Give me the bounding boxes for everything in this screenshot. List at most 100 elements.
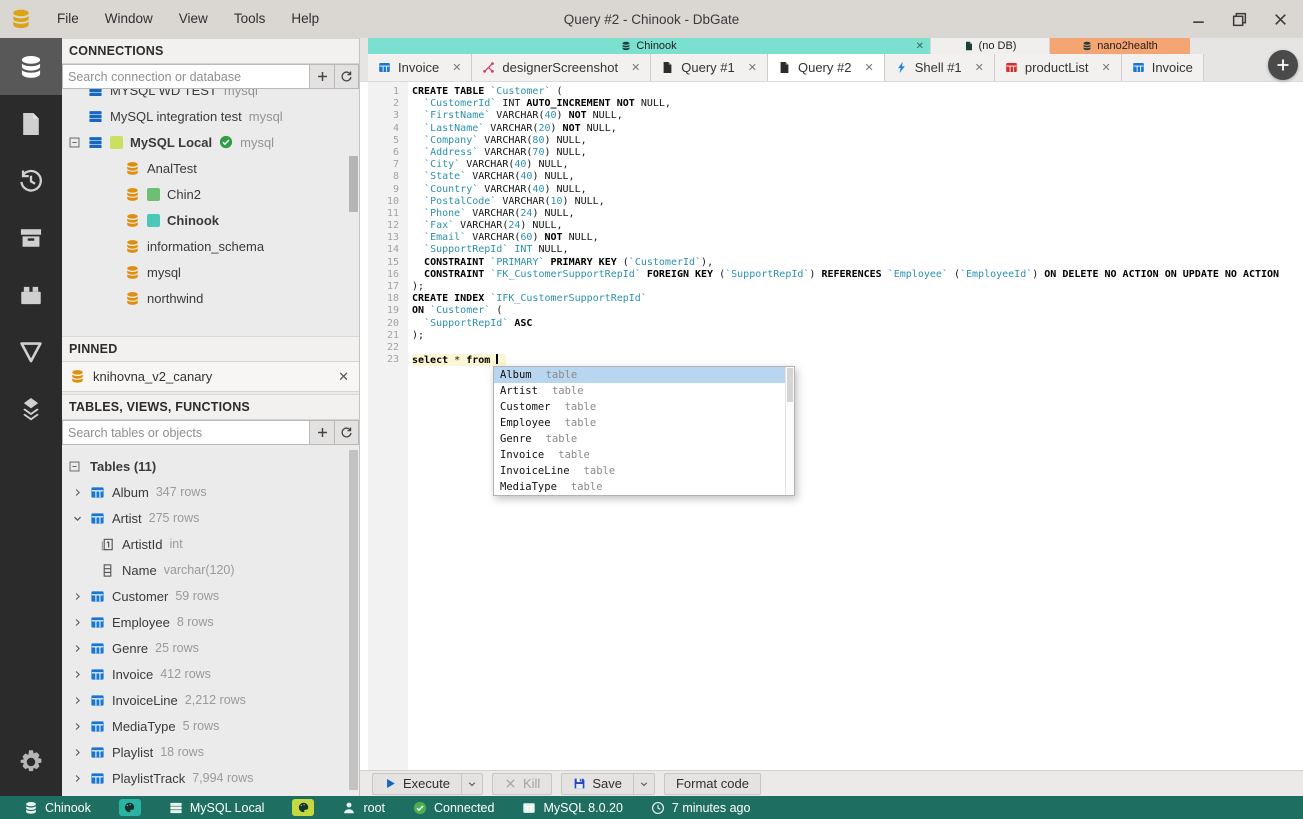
connection-row[interactable]: Chin2: [62, 181, 359, 207]
close-tab-icon[interactable]: ✕: [631, 61, 640, 74]
chev-right-icon[interactable]: [72, 487, 83, 498]
close-tab-icon[interactable]: ✕: [864, 61, 873, 74]
menu-tools[interactable]: Tools: [221, 0, 279, 38]
code-line[interactable]: 4 `LastName` VARCHAR(20) NOT NULL,: [360, 123, 1303, 135]
close-group-icon[interactable]: ✕: [916, 41, 924, 52]
add-connection-button[interactable]: [309, 64, 334, 89]
connection-row[interactable]: information_schema: [62, 233, 359, 259]
code-line[interactable]: 5 `Company` VARCHAR(80) NULL,: [360, 135, 1303, 147]
code-line[interactable]: 21);: [360, 330, 1303, 342]
table-row[interactable]: Artist 275 rows: [62, 505, 359, 531]
close-tab-icon[interactable]: ✕: [975, 61, 984, 74]
connection-row[interactable]: northwind: [62, 285, 359, 311]
code-line[interactable]: 14 `SupportRepId` INT NULL,: [360, 244, 1303, 256]
minimize-button[interactable]: [1190, 11, 1207, 28]
autocomplete-item[interactable]: Genre table: [494, 431, 794, 447]
menu-window[interactable]: Window: [92, 0, 166, 38]
tab-productlist[interactable]: productList ✕: [994, 54, 1122, 81]
autocomplete-scrollbar-thumb[interactable]: [787, 368, 793, 402]
menu-file[interactable]: File: [44, 0, 92, 38]
chev-right-icon[interactable]: [72, 591, 83, 602]
code-line[interactable]: 22: [360, 342, 1303, 354]
rail-item-history[interactable]: [0, 152, 62, 209]
table-row[interactable]: Playlist 18 rows: [62, 739, 359, 765]
rail-item-layers[interactable]: [0, 380, 62, 437]
code-line[interactable]: 20 `SupportRepId` ASC: [360, 318, 1303, 330]
tab-invoice[interactable]: Invoice: [1121, 54, 1204, 81]
table-row[interactable]: Album 347 rows: [62, 479, 359, 505]
add-table-button[interactable]: [309, 420, 334, 445]
dropdown-arrow[interactable]: [460, 773, 482, 794]
table-row[interactable]: PlaylistTrack 7,994 rows: [62, 765, 359, 791]
table-row[interactable]: Genre 25 rows: [62, 635, 359, 661]
connection-row[interactable]: MySQL integration test mysql: [62, 103, 359, 129]
connections-scrollbar-thumb[interactable]: [349, 156, 358, 212]
restore-button[interactable]: [1231, 11, 1248, 28]
autocomplete-item[interactable]: InvoiceLine table: [494, 463, 794, 479]
code-line[interactable]: 7 `City` VARCHAR(40) NULL,: [360, 159, 1303, 171]
table-row[interactable]: InvoiceLine 2,212 rows: [62, 687, 359, 713]
new-tab-button[interactable]: [1268, 50, 1298, 80]
chev-right-icon[interactable]: [72, 643, 83, 654]
tab-query-2[interactable]: Query #2 ✕: [767, 54, 885, 81]
autocomplete-item[interactable]: Employee table: [494, 415, 794, 431]
rail-item-database[interactable]: [0, 38, 62, 95]
code-line[interactable]: 12 `Fax` VARCHAR(24) NULL,: [360, 220, 1303, 232]
tab-query-1[interactable]: Query #1 ✕: [651, 54, 768, 81]
tab-designerscreenshot[interactable]: designerScreenshot ✕: [472, 54, 652, 81]
connection-row[interactable]: mysql: [62, 259, 359, 285]
rail-item-archive[interactable]: [0, 209, 62, 266]
close-tab-icon[interactable]: ✕: [452, 61, 461, 74]
autocomplete-item[interactable]: MediaType table: [494, 479, 794, 495]
code-line[interactable]: 23 select * from: [360, 354, 1303, 367]
sql-editor[interactable]: 1 CREATE TABLE `Customer` (2 `CustomerId`…: [360, 82, 1303, 770]
dropdown-arrow[interactable]: [632, 773, 654, 794]
autocomplete-item[interactable]: Album table: [494, 367, 794, 383]
table-row[interactable]: Employee 8 rows: [62, 609, 359, 635]
save-button[interactable]: Save: [561, 772, 655, 795]
code-line[interactable]: 17);: [360, 281, 1303, 293]
rail-item-funnel[interactable]: [0, 323, 62, 380]
code-line[interactable]: 16 CONSTRAINT `FK_CustomerSupportRepId` …: [360, 269, 1303, 281]
code-line[interactable]: 18 CREATE INDEX `IFK_CustomerSupportRepId…: [360, 293, 1303, 305]
connection-row[interactable]: AnalTest: [62, 155, 359, 181]
table-row[interactable]: MediaType 5 rows: [62, 713, 359, 739]
tables-root-row[interactable]: Tables (11): [62, 453, 359, 479]
autocomplete-item[interactable]: Artist table: [494, 383, 794, 399]
column-row[interactable]: ArtistId int: [62, 531, 359, 557]
autocomplete-item[interactable]: Customer table: [494, 399, 794, 415]
tab-shell-1[interactable]: Shell #1 ✕: [884, 54, 995, 81]
format-code-button[interactable]: Format code: [663, 772, 761, 795]
code-line[interactable]: 19 ON `Customer` (: [360, 305, 1303, 317]
rail-item-gear[interactable]: [0, 733, 62, 790]
connection-color-swatch[interactable]: [118, 799, 141, 816]
autocomplete-item[interactable]: Invoice table: [494, 447, 794, 463]
refresh-tables-button[interactable]: [334, 420, 359, 445]
close-button[interactable]: [1272, 11, 1289, 28]
table-row[interactable]: Customer 59 rows: [62, 583, 359, 609]
column-row[interactable]: Name varchar(120): [62, 557, 359, 583]
chev-right-icon[interactable]: [72, 721, 83, 732]
pinned-item[interactable]: knihovna_v2_canary ✕: [62, 362, 359, 392]
tables-scrollbar-thumb[interactable]: [349, 450, 358, 790]
unpin-icon[interactable]: ✕: [338, 369, 349, 385]
kill-button[interactable]: Kill: [491, 772, 553, 795]
chev-right-icon[interactable]: [72, 747, 83, 758]
code-line[interactable]: 10 `PostalCode` VARCHAR(10) NULL,: [360, 196, 1303, 208]
tab-invoice[interactable]: Invoice ✕: [368, 54, 473, 81]
connection-row[interactable]: MySQL Local mysql: [62, 129, 359, 155]
chev-right-icon[interactable]: [72, 617, 83, 628]
code-line[interactable]: 15 CONSTRAINT `PRIMARY` PRIMARY KEY (`Cu…: [360, 257, 1303, 269]
code-line[interactable]: 9 `Country` VARCHAR(40) NULL,: [360, 184, 1303, 196]
connection-row[interactable]: MYSQL WD TEST mysql: [62, 89, 359, 103]
table-row[interactable]: Invoice 412 rows: [62, 661, 359, 687]
refresh-connections-button[interactable]: [334, 64, 359, 89]
code-line[interactable]: 8 `State` VARCHAR(40) NULL,: [360, 171, 1303, 183]
connection-search-input[interactable]: [62, 64, 309, 89]
connection-row[interactable]: Chinook: [62, 207, 359, 233]
code-line[interactable]: 6 `Address` VARCHAR(70) NULL,: [360, 147, 1303, 159]
code-line[interactable]: 13 `Email` VARCHAR(60) NOT NULL,: [360, 232, 1303, 244]
chev-right-icon[interactable]: [72, 773, 83, 784]
code-line[interactable]: 2 `CustomerId` INT AUTO_INCREMENT NOT NU…: [360, 98, 1303, 110]
collapse-icon[interactable]: [68, 136, 81, 149]
